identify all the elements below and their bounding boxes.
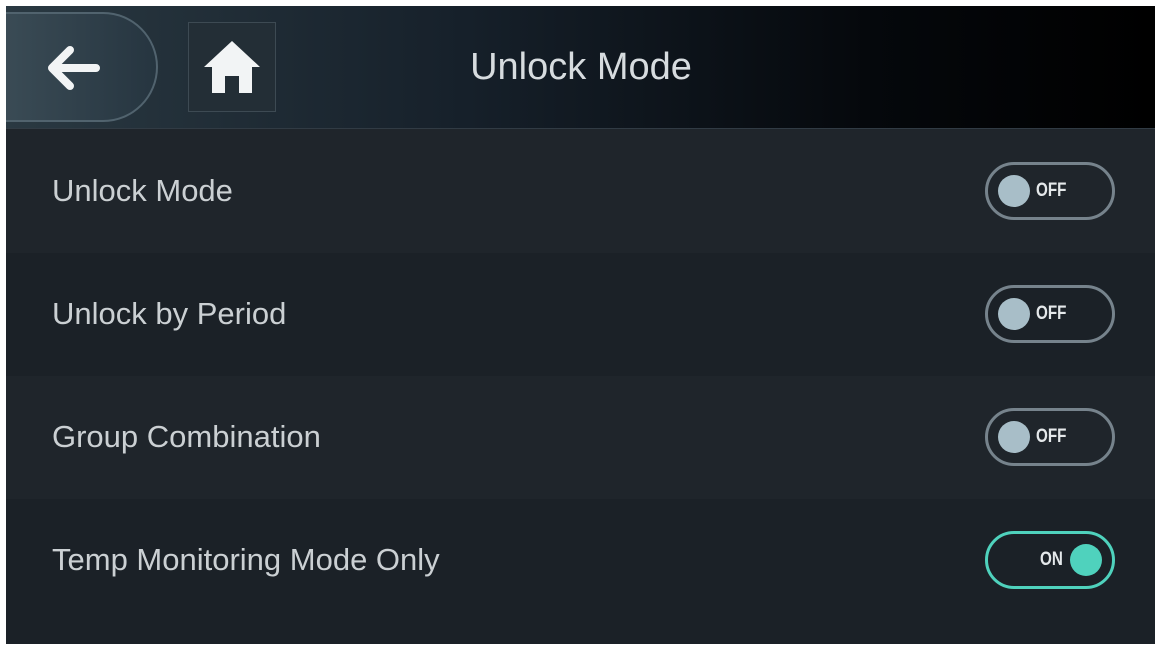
- arrow-left-icon: [48, 46, 100, 90]
- toggle-state-text: OFF: [1036, 180, 1067, 201]
- back-button[interactable]: [6, 12, 158, 122]
- toggle-knob: [998, 298, 1030, 330]
- toggle-state-text: ON: [1040, 549, 1063, 570]
- toggle-state-text: OFF: [1036, 303, 1067, 324]
- header-bar: Unlock Mode: [6, 6, 1155, 129]
- home-icon: [204, 41, 260, 93]
- setting-label: Unlock Mode: [52, 173, 233, 208]
- home-button[interactable]: [188, 22, 276, 112]
- setting-label: Unlock by Period: [52, 296, 287, 331]
- unlock-by-period-toggle[interactable]: OFF: [985, 285, 1115, 343]
- toggle-state-text: OFF: [1036, 426, 1067, 447]
- toggle-knob: [998, 421, 1030, 453]
- page-title: Unlock Mode: [470, 46, 692, 88]
- setting-label: Temp Monitoring Mode Only: [52, 542, 440, 577]
- unlock-mode-toggle[interactable]: OFF: [985, 162, 1115, 220]
- setting-row-temp-monitoring: Temp Monitoring Mode Only ON: [6, 499, 1155, 644]
- setting-row-unlock-by-period: Unlock by Period OFF: [6, 253, 1155, 376]
- setting-row-unlock-mode: Unlock Mode OFF: [6, 130, 1155, 253]
- screen: Unlock Mode Unlock Mode OFF Unlock by Pe…: [6, 6, 1155, 644]
- setting-label: Group Combination: [52, 419, 321, 454]
- setting-row-group-combination: Group Combination OFF: [6, 376, 1155, 499]
- toggle-knob: [998, 175, 1030, 207]
- temp-monitoring-toggle[interactable]: ON: [985, 531, 1115, 589]
- group-combination-toggle[interactable]: OFF: [985, 408, 1115, 466]
- toggle-knob: [1070, 544, 1102, 576]
